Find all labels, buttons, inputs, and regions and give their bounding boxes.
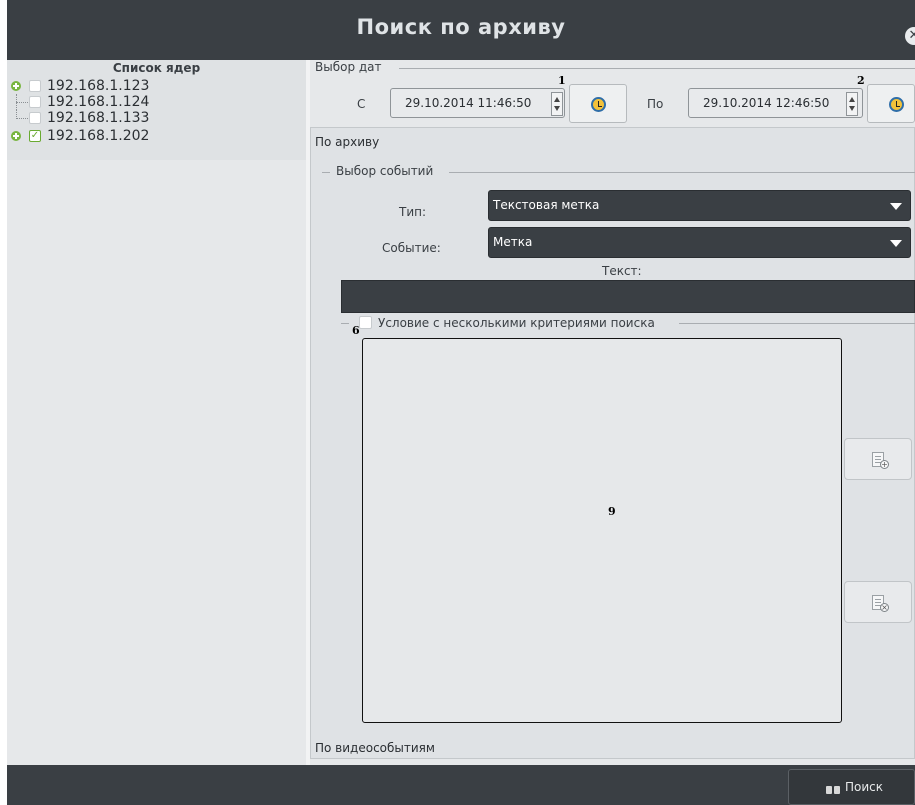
group-border: [341, 323, 349, 324]
text-label: Текст:: [602, 264, 642, 278]
group-border: [322, 172, 330, 173]
event-select[interactable]: Метка: [488, 227, 911, 258]
to-datetime-spinner[interactable]: [846, 92, 858, 116]
remove-document-icon: ×: [872, 595, 889, 612]
core-tree: Список ядер 192.168.1.123 192.168.1.124 …: [7, 60, 306, 160]
core-item[interactable]: 192.168.1.123: [7, 78, 306, 94]
core-item[interactable]: 192.168.1.133: [7, 110, 306, 126]
event-label: Событие:: [382, 241, 441, 255]
to-datetime-value: 29.10.2014 12:46:50: [703, 96, 830, 110]
to-datetime-field[interactable]: 29.10.2014 12:46:50: [688, 88, 863, 118]
core-item-label: 192.168.1.202: [47, 128, 150, 144]
close-icon[interactable]: ✕: [905, 27, 915, 45]
chevron-down-icon: [890, 203, 902, 210]
core-checkbox[interactable]: [29, 112, 41, 124]
core-item[interactable]: ✓ 192.168.1.202: [7, 128, 306, 144]
core-item-label: 192.168.1.124: [47, 94, 150, 110]
search-button[interactable]: Поиск: [788, 769, 915, 805]
clock-icon: [591, 97, 606, 112]
expand-icon[interactable]: [11, 81, 21, 91]
from-datetime-value: 29.10.2014 11:46:50: [405, 96, 532, 110]
title-bar: Поиск по архиву ✕: [7, 0, 915, 60]
remove-criterion-button[interactable]: ×: [844, 581, 912, 623]
event-type-select[interactable]: Текстовая метка: [488, 190, 911, 221]
type-label: Тип:: [399, 205, 427, 219]
core-item[interactable]: 192.168.1.124: [7, 94, 306, 110]
chevron-down-icon: [890, 240, 902, 247]
event-type-value: Текстовая метка: [493, 198, 600, 212]
from-datetime-spinner[interactable]: [551, 92, 563, 116]
to-label: По: [647, 97, 664, 111]
marker-1: 1: [558, 74, 566, 87]
criteria-list[interactable]: 9: [362, 338, 842, 723]
add-document-icon: +: [872, 452, 889, 469]
event-group-title: Выбор событий: [333, 164, 437, 178]
date-group-title: Выбор дат: [312, 60, 385, 74]
core-checkbox[interactable]: [29, 80, 41, 92]
from-datetime-field[interactable]: 29.10.2014 11:46:50: [390, 88, 565, 118]
search-mode-toolbox: По архиву Выбор событий Тип: Текстовая м…: [310, 127, 915, 759]
expand-icon[interactable]: [11, 131, 21, 141]
add-criterion-button[interactable]: +: [844, 438, 912, 480]
group-border: [679, 323, 915, 324]
event-value: Метка: [493, 235, 533, 249]
core-checkbox[interactable]: ✓: [29, 130, 41, 142]
tree-branch: [16, 102, 28, 103]
to-time-picker-button[interactable]: [867, 84, 915, 123]
from-label: С: [357, 97, 366, 111]
marker-9: 9: [608, 505, 616, 518]
clock-icon: [889, 97, 904, 112]
search-button-label: Поиск: [845, 780, 884, 794]
core-list-header: Список ядер: [112, 61, 201, 75]
group-border: [399, 68, 915, 69]
binoculars-icon: [825, 783, 841, 795]
from-time-picker-button[interactable]: [569, 84, 627, 123]
tree-branch: [16, 118, 28, 119]
core-list-panel: Список ядер 192.168.1.123 192.168.1.124 …: [7, 60, 306, 765]
text-input[interactable]: [341, 280, 915, 313]
marker-6: 6: [352, 324, 360, 337]
window-title: Поиск по архиву: [356, 15, 566, 39]
multi-criteria-label: Условие с несколькими критериями поиска: [378, 316, 655, 330]
tab-video-events[interactable]: По видеособытиям: [315, 741, 435, 755]
tab-archive[interactable]: По архиву: [315, 135, 379, 149]
marker-2: 2: [857, 74, 865, 87]
core-checkbox[interactable]: [29, 96, 41, 108]
multi-criteria-checkbox[interactable]: [359, 316, 372, 329]
bottom-bar: Поиск: [7, 765, 915, 805]
group-border: [449, 172, 915, 173]
core-item-label: 192.168.1.133: [47, 110, 150, 126]
core-item-label: 192.168.1.123: [47, 78, 150, 94]
search-settings-panel: Выбор дат С 29.10.2014 11:46:50 1 По 29.…: [310, 60, 915, 765]
